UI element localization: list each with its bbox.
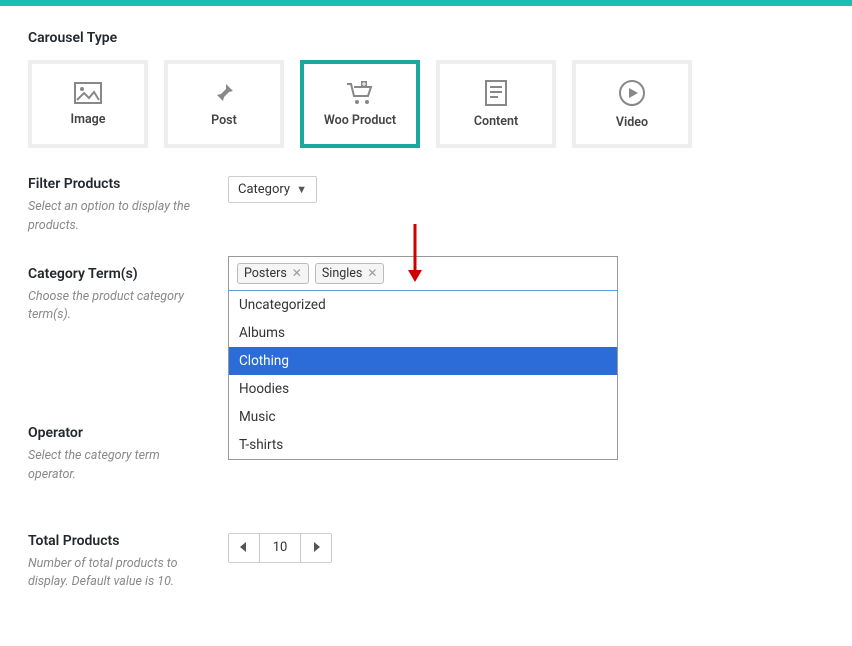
stepper-decrement[interactable] — [229, 534, 259, 562]
filter-select-value: Category — [238, 182, 290, 197]
type-card-video[interactable]: Video — [572, 60, 692, 148]
type-card-image[interactable]: Image — [28, 60, 148, 148]
filter-products-select[interactable]: Category ▼ — [228, 176, 317, 203]
chevron-left-icon — [240, 542, 248, 552]
operator-label: Operator — [28, 425, 228, 441]
image-icon — [74, 82, 102, 104]
stepper-value[interactable]: 10 — [259, 534, 301, 562]
multiselect-dropdown: Uncategorized Albums Clothing Hoodies Mu… — [229, 291, 617, 459]
filter-products-row: Filter Products Select an option to disp… — [28, 176, 824, 236]
filter-products-label: Filter Products — [28, 176, 228, 192]
play-icon — [618, 79, 646, 107]
type-label: Post — [211, 113, 237, 128]
option-clothing[interactable]: Clothing — [229, 347, 617, 375]
type-label: Image — [70, 112, 105, 127]
option-music[interactable]: Music — [229, 403, 617, 431]
operator-help: Select the category term operator. — [28, 447, 208, 485]
total-products-help: Number of total products to display. Def… — [28, 555, 208, 593]
document-icon — [485, 80, 507, 106]
pin-icon — [212, 81, 236, 105]
category-terms-row: Category Term(s) Choose the product cate… — [28, 266, 824, 326]
total-products-stepper: 10 — [228, 533, 332, 563]
remove-tag-icon[interactable]: ✕ — [367, 266, 377, 280]
chevron-right-icon — [312, 542, 320, 552]
type-label: Content — [474, 114, 518, 129]
type-card-woo-product[interactable]: Woo Product — [300, 60, 420, 148]
tag-label: Singles — [322, 266, 363, 281]
remove-tag-icon[interactable]: ✕ — [292, 266, 302, 280]
option-uncategorized[interactable]: Uncategorized — [229, 291, 617, 319]
total-products-label: Total Products — [28, 533, 228, 549]
type-card-content[interactable]: Content — [436, 60, 556, 148]
category-multiselect[interactable]: Posters ✕ Singles ✕ Uncategorized Albums… — [228, 256, 618, 460]
tag-posters[interactable]: Posters ✕ — [237, 263, 309, 284]
multiselect-tags: Posters ✕ Singles ✕ — [229, 257, 617, 291]
option-tshirts[interactable]: T-shirts — [229, 431, 617, 459]
carousel-type-row: Image Post Woo Product Content — [28, 60, 824, 148]
type-label: Video — [616, 115, 648, 130]
type-label: Woo Product — [324, 113, 396, 128]
chevron-down-icon: ▼ — [296, 183, 307, 196]
type-card-post[interactable]: Post — [164, 60, 284, 148]
stepper-increment[interactable] — [301, 534, 331, 562]
tag-label: Posters — [244, 266, 287, 281]
category-terms-label: Category Term(s) — [28, 266, 228, 282]
total-products-row: Total Products Number of total products … — [28, 533, 824, 593]
section-title: Carousel Type — [28, 30, 824, 46]
filter-products-help: Select an option to display the products… — [28, 198, 208, 236]
tag-singles[interactable]: Singles ✕ — [315, 263, 385, 284]
cart-icon — [345, 81, 375, 105]
settings-panel: Carousel Type Image Post Woo Product — [0, 6, 852, 646]
option-hoodies[interactable]: Hoodies — [229, 375, 617, 403]
option-albums[interactable]: Albums — [229, 319, 617, 347]
category-terms-help: Choose the product category term(s). — [28, 288, 208, 326]
